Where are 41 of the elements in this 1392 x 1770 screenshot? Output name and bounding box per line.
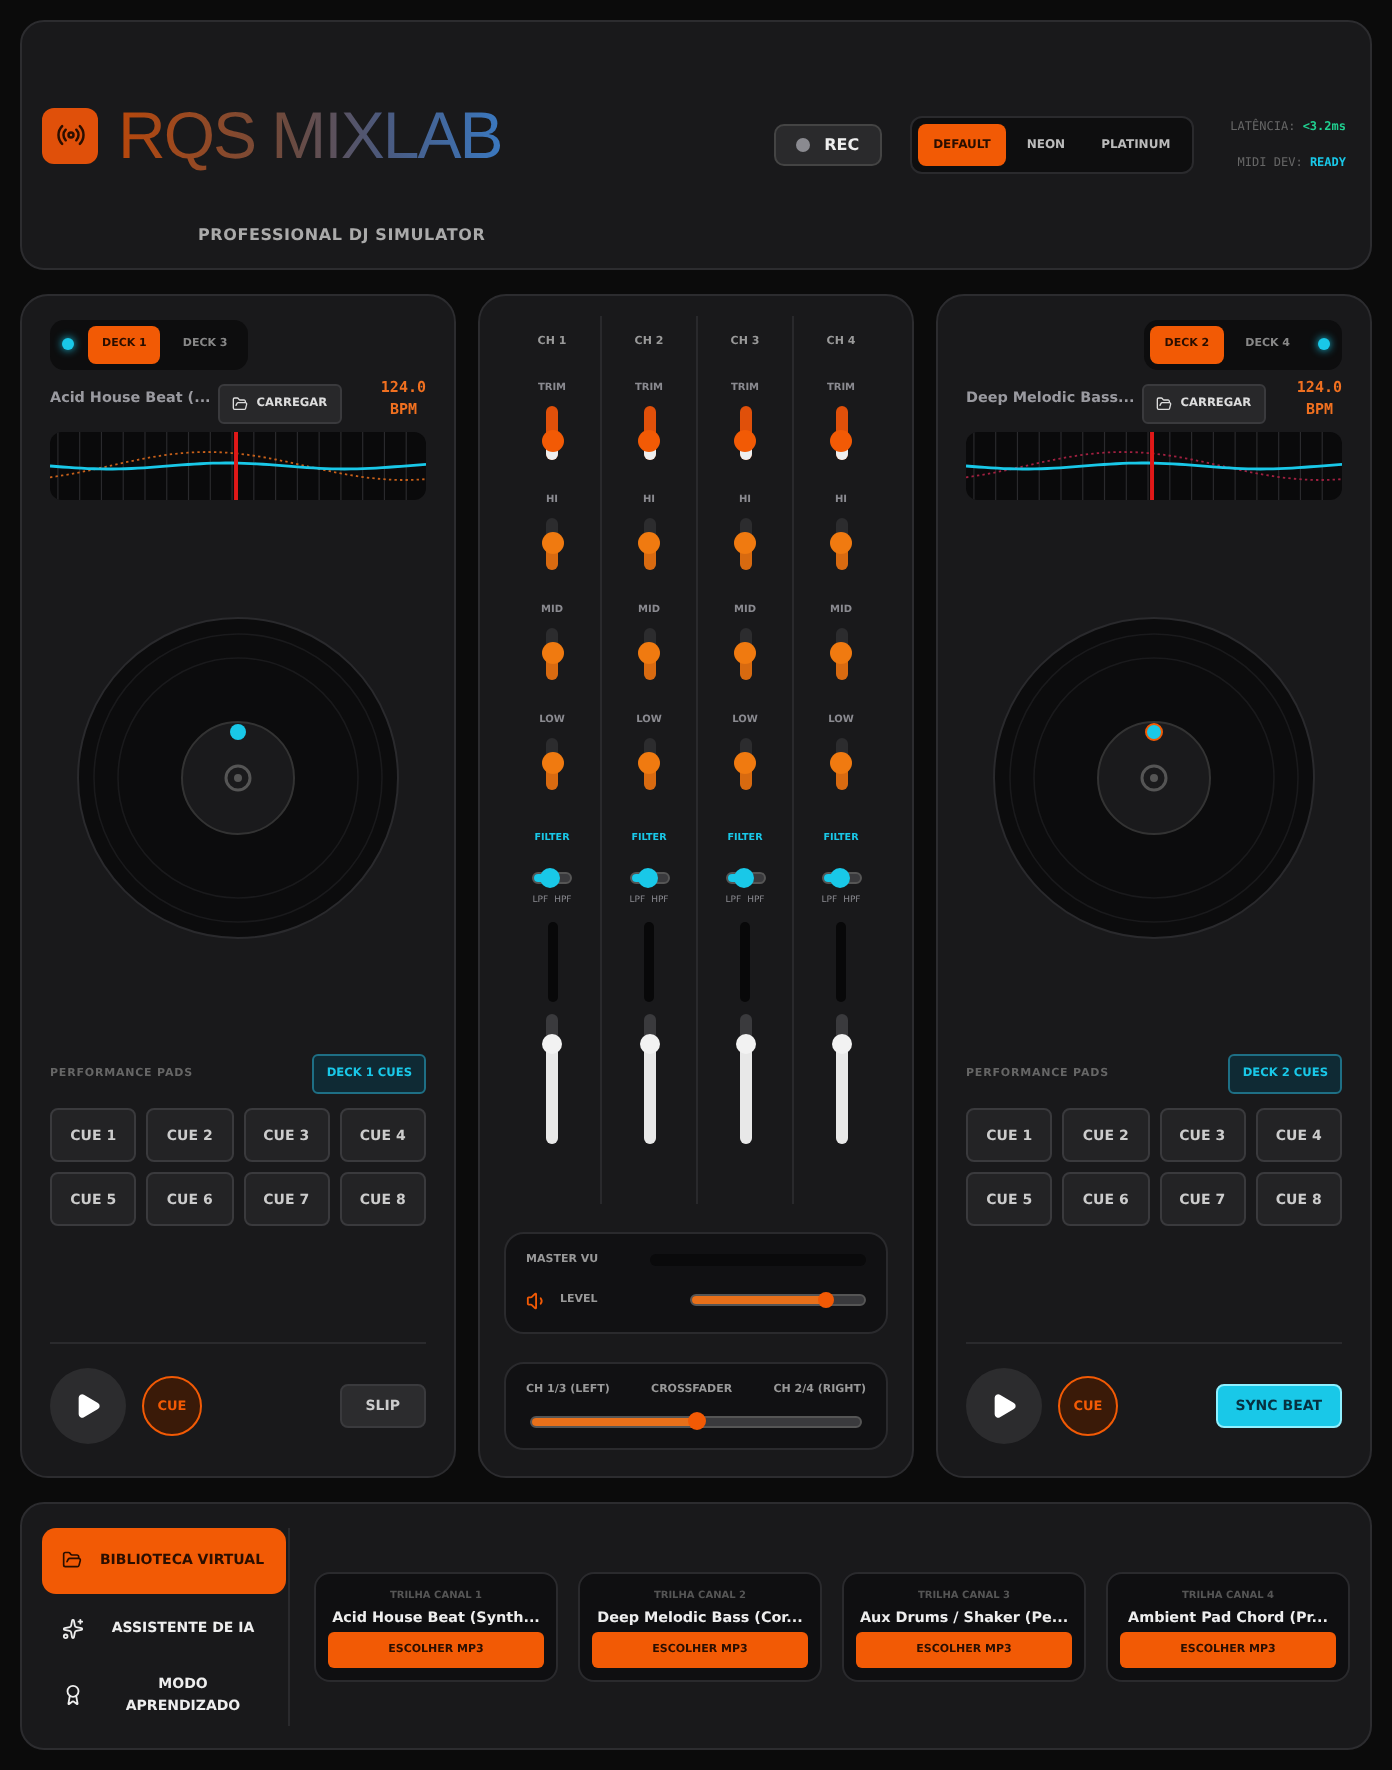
slider-thumb[interactable] [734, 642, 756, 665]
status-led [62, 338, 74, 351]
play-button[interactable] [50, 1368, 126, 1445]
award-icon [62, 1684, 84, 1707]
sparkles-icon [62, 1618, 84, 1641]
play-icon [990, 1392, 1018, 1421]
slider-thumb[interactable] [830, 532, 852, 555]
slider-thumb[interactable] [541, 752, 563, 775]
slider-thumb[interactable] [542, 1033, 562, 1054]
slider-thumb[interactable] [830, 752, 852, 775]
slider-thumb[interactable] [734, 532, 756, 555]
record-button[interactable]: REC [774, 123, 882, 166]
slider-thumb[interactable] [639, 1033, 659, 1054]
slider-thumb[interactable] [687, 1412, 705, 1431]
slider-thumb[interactable] [541, 429, 563, 452]
slider-thumb[interactable] [735, 1033, 755, 1054]
slider-thumb[interactable] [734, 429, 756, 452]
slider-thumb[interactable] [638, 752, 660, 775]
slider-thumb[interactable] [830, 642, 852, 665]
slider-thumb[interactable] [638, 532, 660, 555]
slider-thumb[interactable] [830, 429, 852, 452]
slider-thumb[interactable] [637, 867, 658, 888]
slider-thumb[interactable] [541, 642, 563, 665]
slider-thumb[interactable] [638, 642, 660, 665]
slider-thumb[interactable] [540, 867, 561, 888]
status-led [1318, 338, 1330, 351]
play-icon [74, 1392, 102, 1421]
slider-thumb[interactable] [638, 429, 660, 452]
slider-thumb[interactable] [541, 532, 563, 555]
slider-thumb[interactable] [734, 752, 756, 775]
folder-icon [232, 395, 249, 412]
speaker-icon [526, 1289, 548, 1312]
logo-icon [42, 107, 98, 164]
slider-thumb[interactable] [818, 1292, 835, 1309]
slider-thumb[interactable] [829, 867, 850, 888]
folder-icon [62, 1550, 82, 1571]
app-subtitle: PROFESSIONAL DJ SIMULATOR [198, 225, 488, 244]
slider-thumb[interactable] [831, 1033, 851, 1054]
folder-icon [1156, 395, 1173, 412]
play-button[interactable] [966, 1368, 1042, 1445]
slider-thumb[interactable] [733, 867, 754, 888]
